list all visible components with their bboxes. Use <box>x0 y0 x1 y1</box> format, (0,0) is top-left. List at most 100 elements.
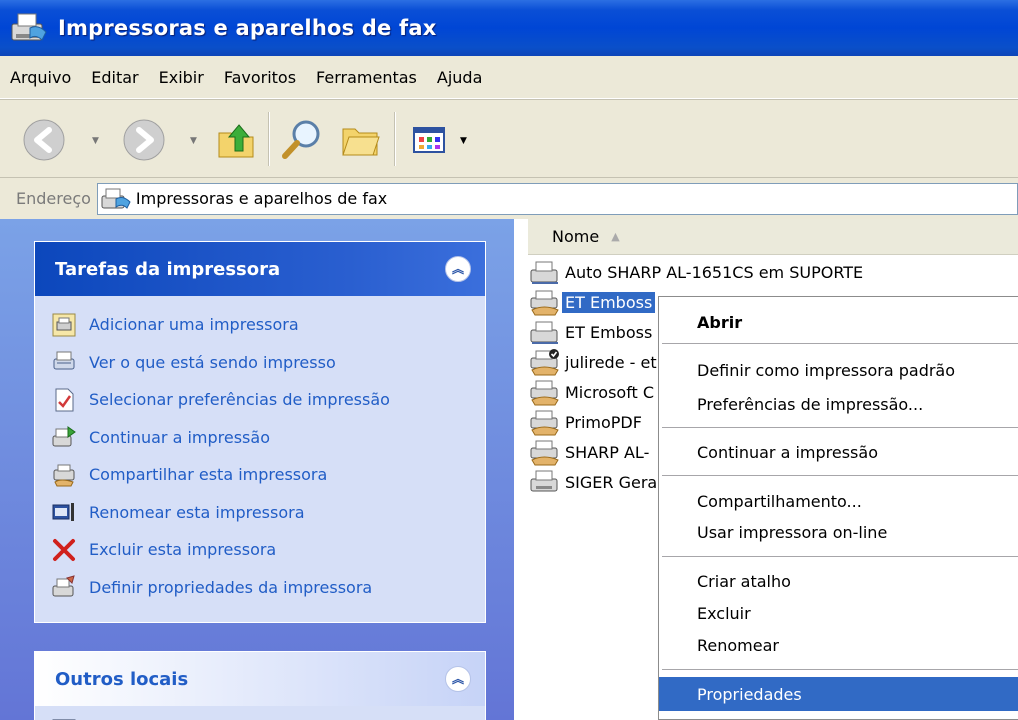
explorer-window: Impressoras e aparelhos de fax Arquivo E… <box>0 0 1018 720</box>
other-places-list <box>35 706 485 720</box>
network-printer-icon <box>530 321 558 344</box>
menu-rename[interactable]: Renomear <box>659 628 1018 662</box>
task-label: Definir propriedades da impressora <box>89 577 373 597</box>
printer-tasks-panel: Tarefas da impressora ︽ Adicionar uma im… <box>34 241 486 623</box>
address-bar: Endereço Impressoras e aparelhos de fax <box>0 177 1018 219</box>
menu-editar[interactable]: Editar <box>81 68 148 87</box>
forward-dropdown-icon[interactable]: ▼ <box>190 136 197 146</box>
share-printer-icon <box>53 464 75 487</box>
collapse-icon[interactable]: ︽ <box>445 666 471 692</box>
printer-name: SIGER Gera <box>565 472 658 492</box>
default-shared-printer-icon <box>530 349 559 376</box>
views-button[interactable] <box>404 114 456 166</box>
task-label: Excluir esta impressora <box>89 540 277 560</box>
task-label: Adicionar uma impressora <box>89 315 299 335</box>
printer-item[interactable]: julirede - et <box>528 347 660 377</box>
menu-set-default-printer[interactable]: Definir como impressora padrão <box>659 353 1018 387</box>
menu-printing-preferences[interactable]: Preferências de impressão... <box>659 387 1018 421</box>
printer-item[interactable]: PrimoPDF <box>528 407 645 437</box>
toolbar-separator <box>394 112 396 166</box>
task-see-printing[interactable]: Ver o que está sendo impresso <box>51 344 485 382</box>
folders-button[interactable] <box>334 114 386 166</box>
printer-name: SHARP AL- <box>565 442 650 462</box>
menu-separator <box>662 669 1018 671</box>
printer-properties-icon <box>52 575 75 597</box>
toolbar-separator <box>268 112 270 166</box>
shared-printer-icon <box>530 380 559 406</box>
title-bar[interactable]: Impressoras e aparelhos de fax <box>0 0 1018 56</box>
forward-button[interactable] <box>118 114 170 166</box>
resume-printer-icon <box>52 426 76 447</box>
menu-open[interactable]: Abrir <box>659 305 1018 339</box>
menu-favoritos[interactable]: Favoritos <box>214 68 306 87</box>
preferences-document-icon <box>55 388 74 412</box>
menu-exibir[interactable]: Exibir <box>149 68 214 87</box>
context-menu: Abrir Definir como impressora padrão Pre… <box>658 296 1018 720</box>
printer-item[interactable]: SHARP AL- <box>528 437 652 467</box>
up-folder-icon <box>218 124 254 158</box>
printer-name: ET Emboss <box>562 291 656 313</box>
menu-create-shortcut[interactable]: Criar atalho <box>659 564 1018 598</box>
menu-ajuda[interactable]: Ajuda <box>427 68 493 87</box>
control-panel-icon <box>52 719 76 720</box>
task-pane: Tarefas da impressora ︽ Adicionar uma im… <box>0 219 514 720</box>
printer-item-selected[interactable]: ET Emboss <box>528 287 656 317</box>
printer-item[interactable]: Microsoft C <box>528 377 657 407</box>
back-dropdown-icon[interactable]: ▼ <box>92 136 99 146</box>
views-icon <box>413 127 445 153</box>
task-label: Compartilhar esta impressora <box>89 465 328 485</box>
up-folder-button[interactable] <box>210 114 262 166</box>
printer-item[interactable]: SIGER Gera <box>528 467 660 497</box>
printer-name: Auto SHARP AL-1651CS em SUPORTE <box>565 262 864 282</box>
task-printer-properties[interactable]: Definir propriedades da impressora <box>51 569 485 607</box>
other-places-header[interactable]: Outros locais ︽ <box>35 652 485 706</box>
menu-bar: Arquivo Editar Exibir Favoritos Ferramen… <box>0 56 1018 99</box>
menu-use-printer-online[interactable]: Usar impressora on-line <box>659 515 1018 549</box>
menu-arquivo[interactable]: Arquivo <box>0 68 81 87</box>
shared-printer-icon <box>530 290 559 316</box>
views-dropdown-icon[interactable]: ▼ <box>460 136 467 146</box>
menu-separator <box>662 475 1018 477</box>
printer-tasks-list: Adicionar uma impressora Ver o que está … <box>35 296 485 618</box>
folders-icon <box>342 128 380 156</box>
printer-name: ET Emboss <box>565 322 653 342</box>
menu-separator <box>662 427 1018 429</box>
collapse-icon[interactable]: ︽ <box>445 256 471 282</box>
column-name-label: Nome <box>552 227 600 246</box>
forward-arrow-icon <box>123 119 165 161</box>
menu-delete[interactable]: Excluir <box>659 596 1018 630</box>
printer-item[interactable]: Auto SHARP AL-1651CS em SUPORTE <box>528 257 866 287</box>
delete-x-icon <box>53 538 75 561</box>
search-icon <box>282 120 320 159</box>
back-button[interactable] <box>18 114 70 166</box>
column-header-name[interactable]: Nome ▲ <box>528 219 1018 255</box>
task-add-printer[interactable]: Adicionar uma impressora <box>51 306 485 344</box>
rename-icon <box>52 503 74 522</box>
menu-resume-printing[interactable]: Continuar a impressão <box>659 435 1018 469</box>
task-delete-printer[interactable]: Excluir esta impressora <box>51 531 485 569</box>
task-printing-preferences[interactable]: Selecionar preferências de impressão <box>51 381 485 419</box>
menu-ferramentas[interactable]: Ferramentas <box>306 68 427 87</box>
panel-title: Outros locais <box>55 668 189 690</box>
menu-sharing[interactable]: Compartilhamento... <box>659 484 1018 518</box>
menu-separator <box>662 556 1018 558</box>
printer-name: PrimoPDF <box>565 412 642 432</box>
menu-properties[interactable]: Propriedades <box>659 677 1018 711</box>
task-label: Ver o que está sendo impresso <box>89 352 336 372</box>
printer-tasks-header[interactable]: Tarefas da impressora ︽ <box>35 242 485 296</box>
search-button[interactable] <box>276 114 328 166</box>
task-label: Selecionar preferências de impressão <box>89 390 390 410</box>
add-printer-icon <box>52 313 76 337</box>
address-field[interactable]: Impressoras e aparelhos de fax <box>96 182 1018 215</box>
task-rename-printer[interactable]: Renomear esta impressora <box>51 494 485 532</box>
address-label: Endereço <box>16 189 91 208</box>
printer-icon <box>530 470 558 492</box>
sort-ascending-icon: ▲ <box>611 230 620 243</box>
back-arrow-icon <box>23 119 65 161</box>
printer-item[interactable]: ET Emboss <box>528 317 655 347</box>
task-share-printer[interactable]: Compartilhar esta impressora <box>51 456 485 494</box>
task-label: Renomear esta impressora <box>89 502 305 522</box>
printers-folder-icon <box>11 13 47 41</box>
toolbar: ▼ ▼ ▼ <box>0 99 1018 177</box>
task-resume-printing[interactable]: Continuar a impressão <box>51 419 485 457</box>
